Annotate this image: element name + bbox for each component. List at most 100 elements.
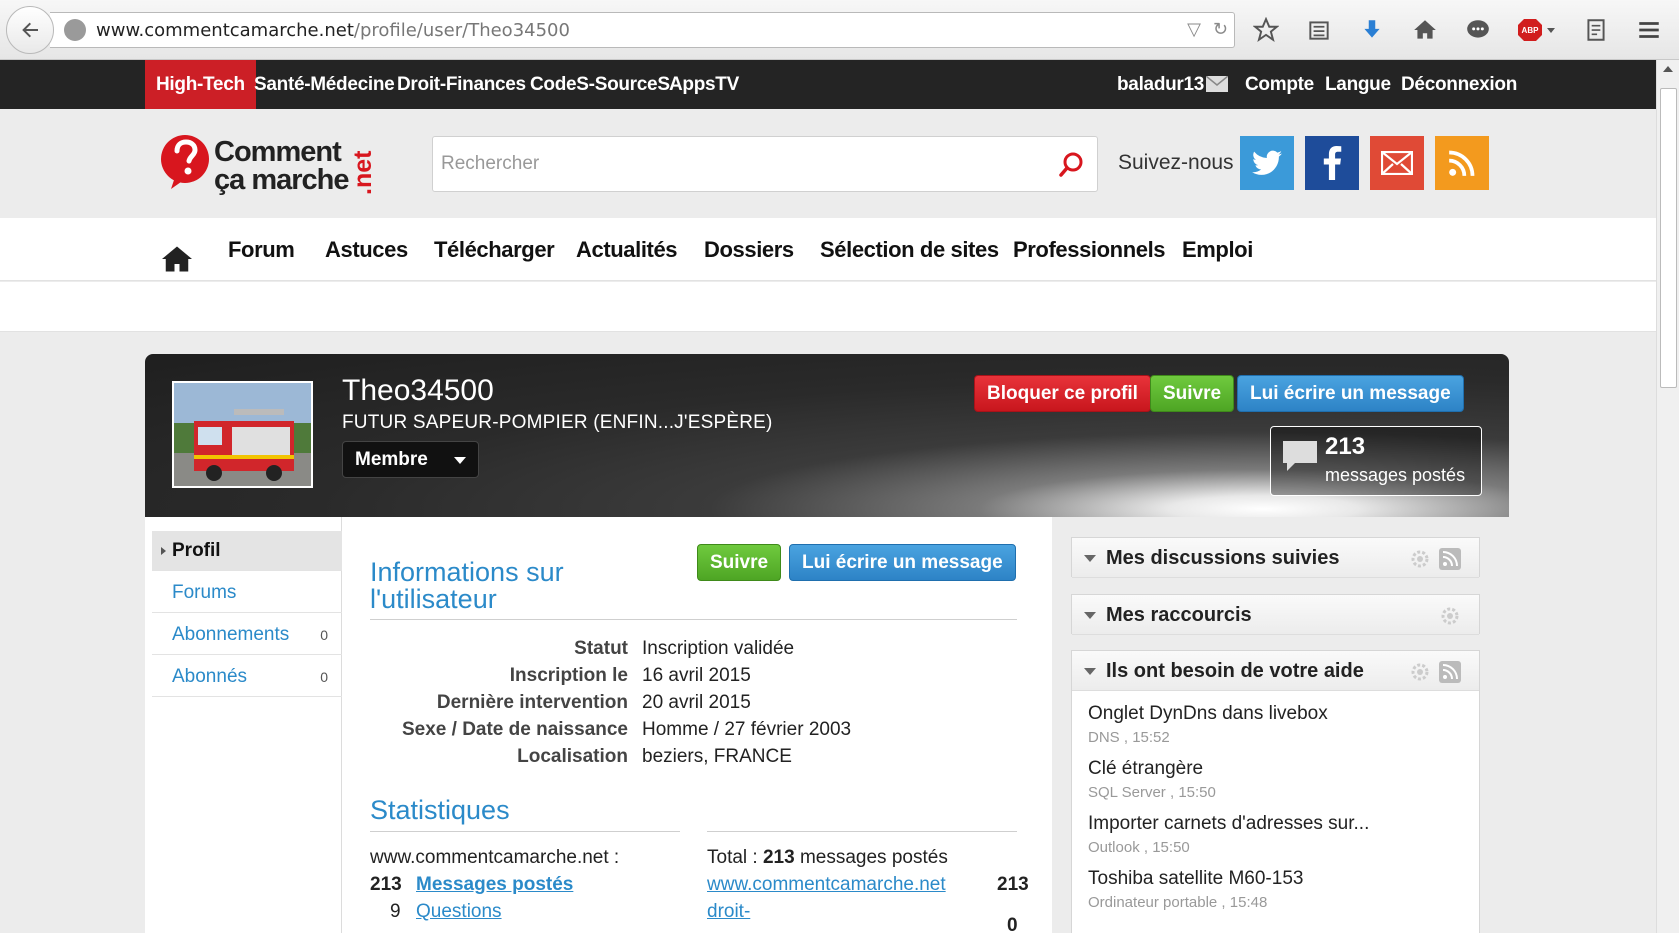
divider: [370, 619, 1017, 620]
write-message-button-secondary[interactable]: Lui écrire un message: [789, 544, 1016, 581]
info-row-status: Statut Inscription validée: [574, 638, 795, 659]
list-item[interactable]: Importer carnets d'adresses sur... Outlo…: [1088, 813, 1369, 856]
scroll-thumb[interactable]: [1660, 88, 1677, 388]
settings-gear-icon[interactable]: [1409, 548, 1431, 570]
search-input[interactable]: [441, 137, 1041, 191]
divider: [707, 831, 1017, 832]
nav-forum[interactable]: Forum: [228, 218, 295, 281]
search-icon[interactable]: [1057, 151, 1085, 179]
stats-title: Statistiques: [370, 795, 510, 825]
url-path: /profile/user/Theo34500: [353, 19, 570, 41]
nav-dossiers[interactable]: Dossiers: [704, 218, 794, 281]
list-item[interactable]: Onglet DynDns dans livebox DNS , 15:52: [1088, 703, 1328, 746]
topnav-appstv[interactable]: AppsTV: [669, 60, 739, 109]
home-nav-icon[interactable]: [162, 234, 192, 272]
bookmarks-list-icon[interactable]: [1303, 14, 1335, 46]
ad-strip: [0, 282, 1656, 332]
topnav-logout[interactable]: Déconnexion: [1401, 60, 1517, 109]
divider: [370, 831, 680, 832]
stats-posts-num: 213: [370, 874, 402, 895]
chat-icon[interactable]: [1462, 14, 1494, 46]
questions-link[interactable]: Questions: [416, 901, 502, 923]
page-scrollbar[interactable]: [1656, 60, 1679, 933]
droit-stats-link[interactable]: droit-: [707, 901, 750, 923]
sidebar-item-profil[interactable]: Profil: [152, 531, 342, 571]
nav-actualites[interactable]: Actualités: [576, 218, 678, 281]
widget-header[interactable]: Mes discussions suivies: [1072, 538, 1479, 578]
menu-icon[interactable]: [1633, 14, 1665, 46]
site-logo[interactable]: Comment ça marche .net: [160, 131, 377, 196]
twitter-icon[interactable]: [1240, 136, 1294, 190]
sidebar-item-forums[interactable]: Forums: [152, 573, 342, 613]
messages-counter[interactable]: 213 messages postés: [1270, 426, 1482, 496]
logo-suffix: .net: [349, 150, 375, 195]
nav-professionnels[interactable]: Professionnels: [1013, 218, 1166, 281]
main-nav: Forum Astuces Télécharger Actualités Dos…: [0, 218, 1656, 281]
profile-banner: Theo34500 FUTUR SAPEUR-POMPIER (ENFIN...…: [145, 354, 1509, 517]
right-sidebar: Mes discussions suivies Mes raccourcis I…: [1052, 517, 1509, 933]
address-bar[interactable]: www.commentcamarche.net/profile/user/The…: [50, 12, 1235, 48]
sidebar-item-label: Forums: [172, 582, 237, 603]
rss-icon[interactable]: [1435, 136, 1489, 190]
mail-icon[interactable]: [1205, 75, 1229, 92]
reader-icon[interactable]: [1580, 14, 1612, 46]
facebook-icon[interactable]: [1305, 136, 1359, 190]
nav-selection-sites[interactable]: Sélection de sites: [820, 218, 999, 281]
messages-label: messages postés: [1325, 465, 1466, 485]
topnav-account[interactable]: Compte: [1245, 60, 1314, 109]
nav-astuces[interactable]: Astuces: [325, 218, 408, 281]
topnav-language[interactable]: Langue: [1325, 60, 1391, 109]
topnav-droit-finances[interactable]: Droit-Finances: [397, 60, 526, 109]
list-item[interactable]: Toshiba satellite M60-153 Ordinateur por…: [1088, 868, 1303, 911]
topnav-username[interactable]: baladur13: [1117, 60, 1204, 109]
speech-bubble-icon: [1283, 441, 1317, 471]
topnav-sante-medecine[interactable]: Santé-Médecine: [254, 60, 395, 109]
settings-gear-icon[interactable]: [1439, 605, 1461, 627]
search-box: [432, 136, 1098, 192]
nav-telecharger[interactable]: Télécharger: [434, 218, 555, 281]
reload-icon[interactable]: ↻: [1213, 19, 1228, 40]
nav-emploi[interactable]: Emploi: [1182, 218, 1253, 281]
widget-header[interactable]: Ils ont besoin de votre aide: [1072, 651, 1479, 691]
topnav-high-tech[interactable]: High-Tech: [145, 60, 256, 109]
rss-feed-icon[interactable]: [1439, 661, 1461, 683]
site-header: Comment ça marche .net Suivez-nous: [0, 109, 1656, 218]
profile-tagline: FUTUR SAPEUR-POMPIER (ENFIN...J'ESPÈRE): [342, 412, 773, 433]
home-icon[interactable]: [1409, 14, 1441, 46]
scroll-up-arrow-icon[interactable]: [1663, 66, 1673, 72]
stats-site-label: www.commentcamarche.net :: [370, 847, 620, 868]
role-dropdown[interactable]: Membre: [342, 441, 479, 478]
widget-shortcuts: Mes raccourcis: [1071, 594, 1480, 635]
arrow-right-icon: [161, 547, 166, 555]
info-row-last-activity: Dernière intervention 20 avril 2015: [436, 692, 751, 713]
settings-gear-icon[interactable]: [1409, 661, 1431, 683]
download-icon[interactable]: [1356, 14, 1388, 46]
site-stats-link[interactable]: www.commentcamarche.net: [707, 874, 946, 896]
messages-count: 213: [1325, 433, 1366, 460]
collapse-icon: [1084, 555, 1096, 562]
write-message-button[interactable]: Lui écrire un message: [1237, 375, 1464, 412]
rss-feed-icon[interactable]: [1439, 548, 1461, 570]
back-button[interactable]: [6, 6, 54, 54]
info-row-location: Localisation beziers, FRANCE: [517, 746, 792, 767]
messages-posted-link[interactable]: Messages postés: [416, 874, 573, 896]
dropdown-icon[interactable]: ▽: [1187, 19, 1201, 40]
sidebar-item-abonnements[interactable]: Abonnements 0: [152, 615, 342, 655]
profile-sidebar: Profil Forums Abonnements 0 Abonnés 0: [145, 517, 342, 933]
adblock-icon[interactable]: ABP: [1515, 14, 1559, 46]
widget-header[interactable]: Mes raccourcis: [1072, 595, 1479, 635]
follow-button[interactable]: Suivre: [1150, 375, 1235, 412]
caret-down-icon: [453, 457, 466, 464]
email-icon[interactable]: [1370, 136, 1424, 190]
info-row-registration: Inscription le 16 avril 2015: [509, 665, 751, 686]
list-item[interactable]: Clé étrangère SQL Server , 15:50: [1088, 758, 1216, 801]
bookmark-star-icon[interactable]: [1250, 14, 1282, 46]
sidebar-item-abonnes[interactable]: Abonnés 0: [152, 657, 342, 697]
avatar[interactable]: [172, 381, 313, 488]
url-host: www.commentcamarche.net: [96, 19, 354, 41]
stats-questions-num: 9: [390, 901, 401, 922]
follow-us-label: Suivez-nous: [1118, 151, 1234, 174]
topnav-codes-sources[interactable]: CodeS-SourceS: [530, 60, 670, 109]
block-profile-button[interactable]: Bloquer ce profil: [974, 375, 1151, 412]
follow-button-secondary[interactable]: Suivre: [697, 544, 782, 581]
